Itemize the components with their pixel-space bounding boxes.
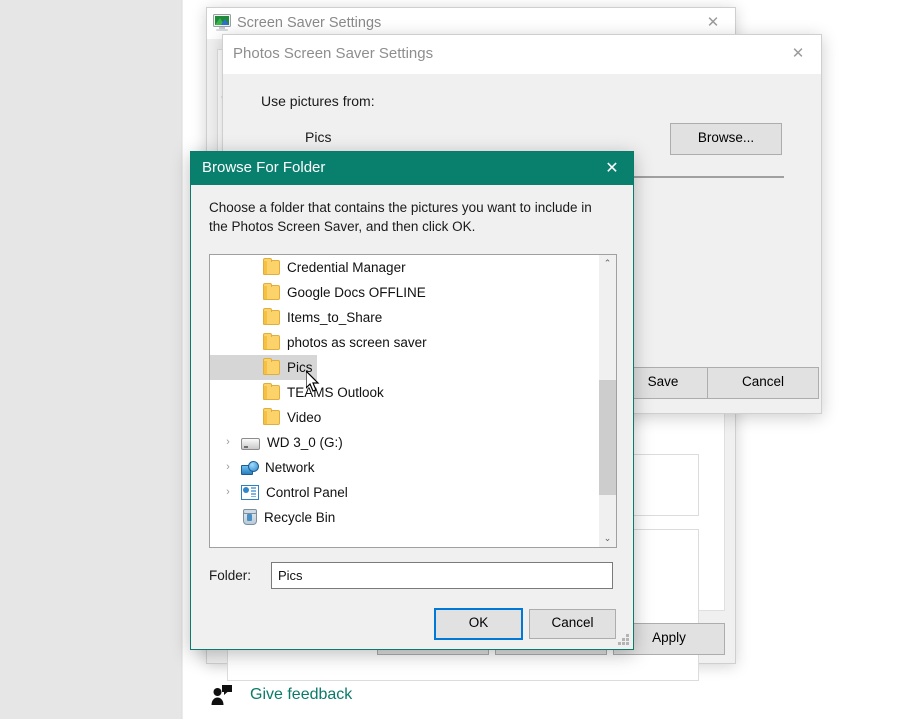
- folder-icon: [263, 410, 280, 425]
- photos-cancel-button[interactable]: Cancel: [707, 367, 819, 399]
- tree-item-label: Google Docs OFFLINE: [287, 285, 426, 300]
- tree-item[interactable]: Google Docs OFFLINE: [210, 280, 599, 305]
- folder-icon: [263, 360, 280, 375]
- close-icon[interactable]: ✕: [591, 152, 633, 185]
- cancel-button[interactable]: Cancel: [529, 609, 616, 639]
- tree-item-label: photos as screen saver: [287, 335, 427, 350]
- scrollbar-thumb[interactable]: [599, 380, 616, 495]
- close-icon[interactable]: ✕: [775, 35, 821, 73]
- folder-icon: [263, 335, 280, 350]
- tree-item-content[interactable]: Recycle Bin: [210, 505, 339, 530]
- feedback-person-icon: [210, 684, 234, 706]
- tree-item-label: Credential Manager: [287, 260, 406, 275]
- browse-dialog-prompt: Choose a folder that contains the pictur…: [209, 198, 613, 236]
- tree-item[interactable]: Recycle Bin: [210, 505, 599, 530]
- tree-item-label: Video: [287, 410, 321, 425]
- desktop-backdrop: [0, 0, 183, 719]
- tree-item-content[interactable]: Credential Manager: [210, 255, 410, 280]
- recycle-bin-icon: [243, 510, 257, 525]
- ok-button[interactable]: OK: [435, 609, 522, 639]
- tree-item[interactable]: › Network: [210, 455, 599, 480]
- tree-item-content[interactable]: Pics: [210, 355, 317, 380]
- tree-item[interactable]: Credential Manager: [210, 255, 599, 280]
- resize-grip-icon[interactable]: [618, 634, 629, 645]
- tree-item-label: Control Panel: [266, 485, 348, 500]
- folder-tree-rows: Credential Manager Google Docs OFFLINE Ite…: [210, 255, 599, 547]
- tree-item-label: Network: [265, 460, 315, 475]
- folder-icon: [263, 310, 280, 325]
- photos-dialog-title: Photos Screen Saver Settings: [233, 45, 433, 62]
- scroll-up-icon[interactable]: ⌃: [599, 255, 616, 272]
- give-feedback-label: Give feedback: [250, 686, 352, 704]
- chevron-right-icon[interactable]: ›: [221, 480, 235, 505]
- monitor-icon: [213, 14, 233, 32]
- browse-dialog-titlebar: Browse For Folder ✕: [191, 152, 633, 185]
- current-picture-path: Pics: [305, 129, 331, 145]
- folder-tree-scrollbar[interactable]: ⌃ ⌄: [598, 255, 616, 547]
- screen-saver-title: Screen Saver Settings: [237, 15, 381, 31]
- folder-icon: [263, 260, 280, 275]
- tree-item[interactable]: Pics: [210, 355, 599, 380]
- mouse-cursor: [306, 371, 322, 395]
- scroll-down-icon[interactable]: ⌄: [599, 530, 616, 547]
- drive-icon: [241, 438, 260, 450]
- tree-item-content[interactable]: Video: [210, 405, 325, 430]
- chevron-right-icon[interactable]: ›: [221, 430, 235, 455]
- tree-item-label: WD 3_0 (G:): [267, 435, 343, 450]
- folder-field-label: Folder:: [209, 568, 251, 583]
- tree-item-label: Recycle Bin: [264, 510, 335, 525]
- tree-item-content[interactable]: photos as screen saver: [210, 330, 431, 355]
- tree-item-label: Items_to_Share: [287, 310, 382, 325]
- use-pictures-label: Use pictures from:: [261, 93, 375, 109]
- photos-dialog-titlebar: Photos Screen Saver Settings ✕: [223, 35, 821, 74]
- tree-item-content[interactable]: Google Docs OFFLINE: [210, 280, 430, 305]
- chevron-right-icon[interactable]: ›: [221, 455, 235, 480]
- tree-item[interactable]: Video: [210, 405, 599, 430]
- control-panel-icon: [241, 485, 259, 500]
- tree-item-label: TEAMS Outlook: [287, 385, 384, 400]
- browse-for-folder-dialog: Browse For Folder ✕ Choose a folder that…: [190, 151, 634, 650]
- tree-item[interactable]: TEAMS Outlook: [210, 380, 599, 405]
- tree-item[interactable]: photos as screen saver: [210, 330, 599, 355]
- folder-tree[interactable]: Credential Manager Google Docs OFFLINE Ite…: [209, 254, 617, 548]
- tree-item-content[interactable]: TEAMS Outlook: [210, 380, 388, 405]
- folder-icon: [263, 385, 280, 400]
- tree-item[interactable]: › WD 3_0 (G:): [210, 430, 599, 455]
- browse-dialog-title: Browse For Folder: [202, 159, 325, 176]
- tree-item[interactable]: Items_to_Share: [210, 305, 599, 330]
- network-icon: [241, 461, 258, 475]
- tree-item[interactable]: › Control Panel: [210, 480, 599, 505]
- folder-icon: [263, 285, 280, 300]
- give-feedback-link[interactable]: Give feedback: [210, 678, 352, 712]
- folder-input[interactable]: Pics: [271, 562, 613, 589]
- browse-button[interactable]: Browse...: [670, 123, 782, 155]
- tree-item-content[interactable]: Items_to_Share: [210, 305, 386, 330]
